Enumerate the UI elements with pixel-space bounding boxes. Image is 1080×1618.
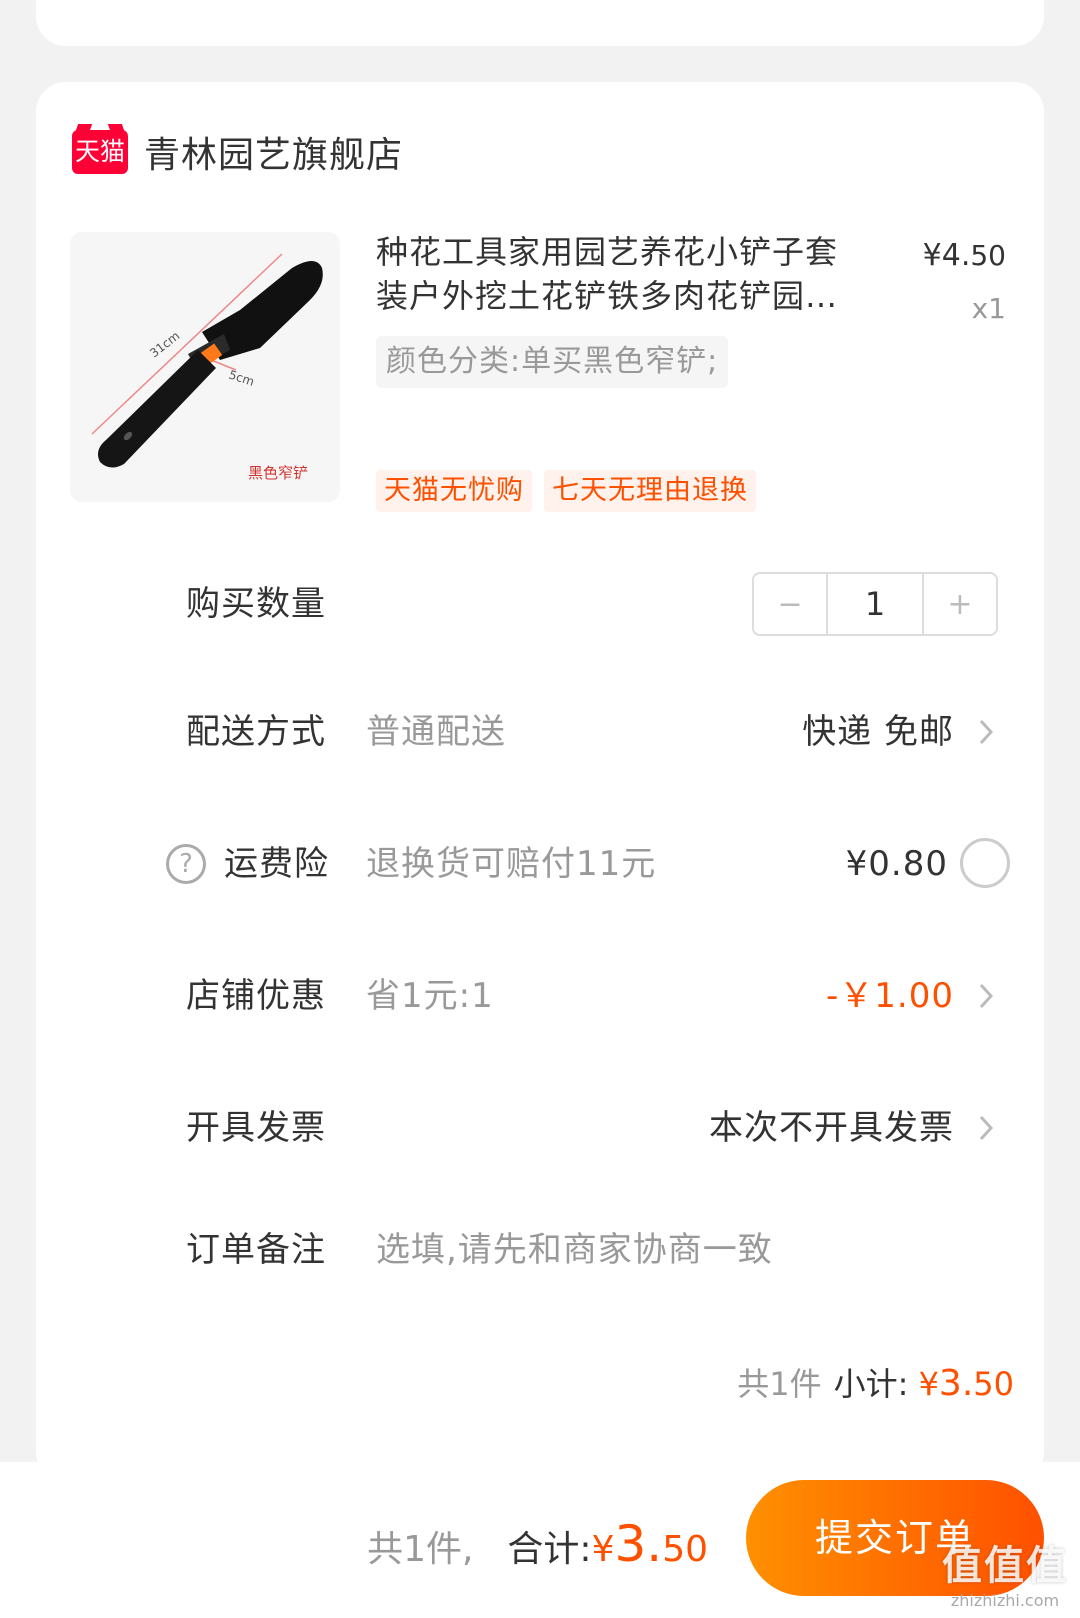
tag-worry-free: 天猫无忧购 (376, 470, 532, 512)
subtotal-int: 3. (938, 1363, 974, 1404)
total-symbol: ¥ (591, 1529, 615, 1570)
discount-sub: 省1元:1 (366, 976, 494, 1016)
watermark: 值值值 zhizhizhi.com (942, 1533, 1068, 1610)
discount-label: 店铺优惠 (186, 976, 326, 1016)
item-quantity: x1 (971, 292, 1006, 325)
tmall-logo-icon: 天猫 (72, 130, 128, 174)
invoice-row[interactable]: 开具发票 本次不开具发票 (36, 1098, 1044, 1158)
product-title[interactable]: 种花工具家用园艺养花小铲子套装户外挖土花铲铁多肉花铲园艺工具 (376, 230, 846, 318)
delivery-sub: 普通配送 (366, 712, 506, 752)
quantity-stepper[interactable]: − 1 + (752, 572, 998, 636)
trowel-image: 31cm 5cm 黑色窄铲 (70, 232, 340, 502)
order-confirm-page: 天猫 青林园艺旗舰店 31cm 5cm 黑色窄铲 种花工具家用园艺养花小铲子套装… (0, 0, 1080, 1618)
note-row: 订单备注 选填,请先和商家协商一致 (36, 1220, 1044, 1280)
discount-row[interactable]: 店铺优惠 省1元:1 -￥1.00 (36, 966, 1044, 1026)
tag-seven-day-return: 七天无理由退换 (544, 470, 756, 512)
unit-price-symbol: ¥ (922, 238, 942, 273)
subtotal-label: 小计: (833, 1365, 909, 1403)
order-card: 天猫 青林园艺旗舰店 31cm 5cm 黑色窄铲 种花工具家用园艺养花小铲子套装… (36, 82, 1044, 1482)
insurance-row: ? 运费险 退换货可赔付11元 ¥0.80 (36, 834, 1044, 894)
invoice-label: 开具发票 (186, 1108, 326, 1148)
insurance-label: 运费险 (224, 844, 329, 884)
delivery-row[interactable]: 配送方式 普通配送 快递 免邮 (36, 702, 1044, 762)
watermark-main: 值值值 (942, 1543, 1068, 1589)
increase-button[interactable]: + (924, 574, 996, 634)
checkout-bar: 共1件, 合计:¥3.50 提交订单 值值值 zhizhizhi.com (0, 1462, 1080, 1618)
quantity-value[interactable]: 1 (826, 574, 924, 634)
subtotal-price: ¥3.50 (918, 1363, 1014, 1404)
unit-price-dec: 50 (970, 239, 1006, 272)
decrease-button[interactable]: − (754, 574, 826, 634)
quantity-label: 购买数量 (186, 584, 326, 624)
subtotal-count: 共1件 (737, 1365, 822, 1403)
quantity-row: 购买数量 − 1 + (36, 572, 1044, 636)
unit-price: ¥4.50 (923, 238, 1006, 273)
product-image[interactable]: 31cm 5cm 黑色窄铲 (70, 232, 340, 502)
note-input[interactable]: 选填,请先和商家协商一致 (376, 1220, 773, 1280)
delivery-value: 快递 免邮 (802, 712, 954, 752)
order-total: 共1件, 合计:¥3.50 (367, 1514, 708, 1580)
chevron-right-icon (979, 719, 994, 745)
total-dec: 50 (662, 1529, 708, 1570)
watermark-url: zhizhizhi.com (950, 1591, 1060, 1610)
unit-price-int: 4. (941, 238, 971, 273)
sku-label[interactable]: 颜色分类:单买黑色窄铲; (376, 336, 729, 388)
invoice-value: 本次不开具发票 (709, 1108, 954, 1148)
total-count: 共1件, (367, 1529, 474, 1570)
subtotal-symbol: ¥ (918, 1365, 939, 1403)
chevron-right-icon (979, 983, 994, 1009)
shop-name[interactable]: 青林园艺旗舰店 (144, 126, 403, 178)
note-label: 订单备注 (186, 1230, 326, 1270)
service-tags: 天猫无忧购 七天无理由退换 (376, 470, 756, 512)
help-icon[interactable]: ? (166, 844, 206, 884)
shop-header[interactable]: 天猫 青林园艺旗舰店 (72, 126, 403, 178)
subtotal-dec: 50 (973, 1365, 1014, 1403)
chevron-right-icon (979, 1115, 994, 1141)
total-int: 3. (614, 1515, 663, 1573)
delivery-label: 配送方式 (186, 712, 326, 752)
discount-value: -￥1.00 (826, 976, 954, 1016)
insurance-sub: 退换货可赔付11元 (366, 844, 657, 884)
insurance-price: ¥0.80 (845, 844, 948, 884)
total-label: 合计: (507, 1529, 592, 1570)
subtotal: 共1件 小计: ¥3.50 (737, 1362, 1014, 1406)
insurance-radio[interactable] (960, 838, 1010, 888)
previous-card (36, 0, 1044, 46)
total-price: ¥3.50 (591, 1515, 708, 1573)
image-caption: 黑色窄铲 (248, 464, 308, 482)
